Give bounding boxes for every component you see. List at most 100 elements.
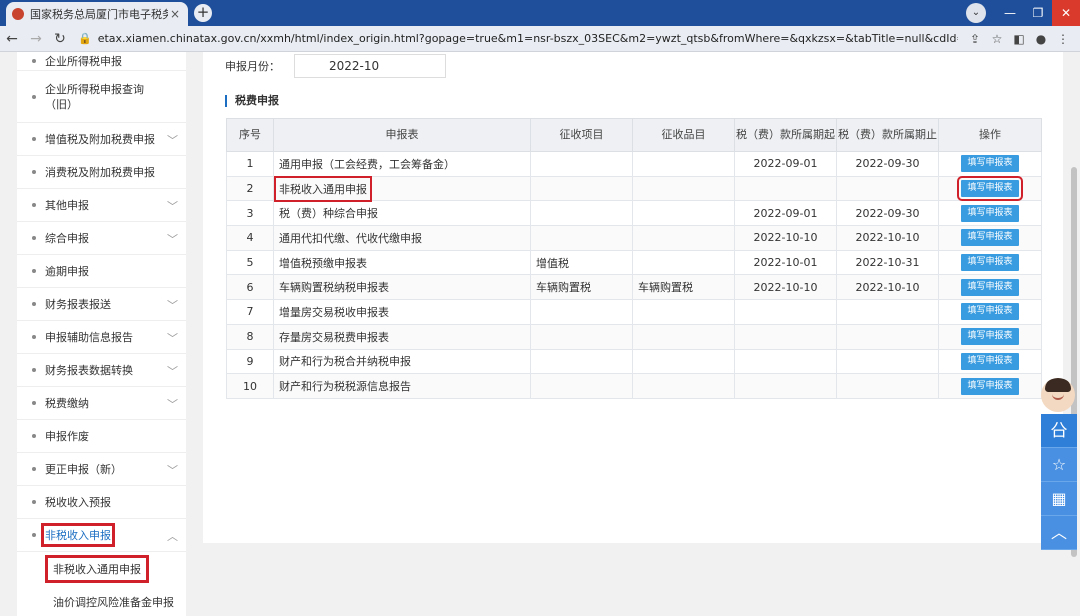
chevron-up-icon: ︿ [167, 530, 178, 543]
forward-icon[interactable]: → [24, 31, 48, 47]
sidebar-item-consumption-tax[interactable]: 消费税及附加税费申报 [17, 156, 186, 189]
assistant-avatar-icon[interactable] [1041, 378, 1075, 412]
cell-item [530, 200, 633, 227]
tab-search-icon[interactable]: ⌄ [966, 3, 986, 23]
bullet-icon [32, 533, 36, 537]
bullet-icon [32, 94, 36, 99]
sidebar-item-non-tax-revenue[interactable]: 非税收入申报 ︿ [17, 519, 186, 552]
tab-close-icon[interactable]: × [168, 7, 182, 21]
cell-action: 填写申报表 [938, 373, 1042, 399]
fill-form-button[interactable]: 填写申报表 [961, 352, 1019, 370]
bullet-icon [32, 302, 36, 306]
back-icon[interactable]: ← [0, 31, 24, 47]
chevron-down-icon: ﹀ [167, 464, 178, 477]
fill-form-button[interactable]: 填写申报表 [961, 155, 1019, 173]
reload-icon[interactable]: ↻ [48, 31, 72, 47]
table-row: 4 通用代扣代缴、代收代缴申报 2022-10-10 2022-10-10 填写… [226, 225, 1042, 251]
cell-end [836, 373, 939, 399]
month-field[interactable]: 2022-10 [294, 54, 446, 78]
table-row: 6 车辆购置税纳税申报表 车辆购置税 车辆购置税 2022-10-10 2022… [226, 274, 1042, 301]
side-panel-icon[interactable]: ◧ [1008, 32, 1030, 46]
sidebar-subitem-non-tax-general[interactable]: 非税收入通用申报 [17, 552, 186, 585]
cell-sub-item [632, 348, 735, 375]
sidebar-item-correction-new[interactable]: 更正申报（新） ﹀ [17, 453, 186, 486]
cell-action: 填写申报表 [938, 200, 1042, 227]
cell-action: 填写申报表 [938, 323, 1042, 350]
sidebar-item-label: 财务报表报送 [45, 298, 111, 311]
cell-action: 填写申报表 [938, 225, 1042, 251]
col-header-no: 序号 [226, 118, 274, 152]
sidebar-item-label: 更正申报（新） [45, 463, 122, 476]
sidebar-item-financial-statements[interactable]: 财务报表报送 ﹀ [17, 288, 186, 321]
sidebar-item-vat[interactable]: 增值税及附加税费申报 ﹀ [17, 123, 186, 156]
minimize-icon[interactable]: — [996, 0, 1024, 26]
browser-toolbar: ← → ↻ 🔒 etax.xiamen.chinatax.gov.cn/xxmh… [0, 26, 1080, 52]
sidebar-item-label: 税费缴纳 [45, 397, 89, 410]
sidebar-item-overdue[interactable]: 逾期申报 [17, 255, 186, 288]
sidebar-subitem-oil-price-reserve[interactable]: 油价调控风险准备金申报 [17, 585, 186, 616]
profile-icon[interactable]: ● [1030, 32, 1052, 46]
star-icon[interactable]: ☆ [1041, 448, 1077, 482]
fill-form-button[interactable]: 填写申报表 [961, 229, 1019, 247]
fill-form-button[interactable]: 填写申报表 [961, 278, 1019, 296]
tab-title: 国家税务总局厦门市电子税务局 [30, 8, 168, 21]
menu-kebab-icon[interactable]: ⋮ [1052, 32, 1074, 46]
sidebar-item-cit-query-old[interactable]: 企业所得税申报查询（旧） [17, 71, 186, 123]
cell-start [734, 348, 837, 375]
cell-item: 增值税 [530, 249, 633, 276]
close-window-icon[interactable]: ✕ [1052, 0, 1080, 26]
up-icon[interactable]: ︿ [1041, 516, 1077, 550]
new-tab-button[interactable]: + [194, 4, 212, 22]
share-icon[interactable]: ⇪ [964, 32, 986, 46]
address-bar[interactable]: 🔒 etax.xiamen.chinatax.gov.cn/xxmh/html/… [78, 29, 958, 49]
fill-form-button[interactable]: 填写申报表 [961, 328, 1019, 346]
table-row: 5 增值税预缴申报表 增值税 2022-10-01 2022-10-31 填写申… [226, 249, 1042, 276]
cell-form: 税（费）种综合申报 [273, 200, 531, 227]
fill-form-button[interactable]: 填写申报表 [957, 176, 1023, 202]
service-icon[interactable]: 㕣 [1041, 414, 1077, 448]
cell-sub-item [632, 299, 735, 325]
declaration-month: 申报月份： 2022-10 [225, 54, 446, 78]
cell-end [836, 348, 939, 375]
col-header-period-start: 税（费）款所属期起 [734, 118, 837, 152]
sidebar-item-auxiliary-info[interactable]: 申报辅助信息报告 ﹀ [17, 321, 186, 354]
cell-no: 6 [226, 274, 274, 301]
cell-action: 填写申报表 [938, 274, 1042, 301]
sidebar-item-other[interactable]: 其他申报 ﹀ [17, 189, 186, 222]
section-title: 税费申报 [225, 95, 279, 107]
restore-icon[interactable]: ❐ [1024, 0, 1052, 26]
fill-form-button[interactable]: 填写申报表 [961, 377, 1019, 395]
sidebar-item-tax-payment[interactable]: 税费缴纳 ﹀ [17, 387, 186, 420]
window-controls: ⌄ — ❐ ✕ [966, 0, 1080, 26]
fill-form-button[interactable]: 填写申报表 [961, 303, 1019, 321]
cell-item [530, 225, 633, 251]
cell-start: 2022-09-01 [734, 151, 837, 177]
sidebar-item-comprehensive[interactable]: 综合申报 ﹀ [17, 222, 186, 255]
cell-start: 2022-10-10 [734, 225, 837, 251]
cell-sub-item [632, 151, 735, 177]
url-text: etax.xiamen.chinatax.gov.cn/xxmh/html/in… [97, 32, 958, 45]
sidebar-item-label: 申报辅助信息报告 [45, 331, 133, 344]
cell-item [530, 299, 633, 325]
sidebar-item-void-declaration[interactable]: 申报作废 [17, 420, 186, 453]
bookmark-star-icon[interactable]: ☆ [986, 32, 1008, 46]
cell-form: 通用代扣代缴、代收代缴申报 [273, 225, 531, 251]
sidebar-item-statement-conversion[interactable]: 财务报表数据转换 ﹀ [17, 354, 186, 387]
cell-no: 8 [226, 323, 274, 350]
cell-action: 填写申报表 [938, 348, 1042, 375]
table-row: 3 税（费）种综合申报 2022-09-01 2022-09-30 填写申报表 [226, 200, 1042, 227]
sidebar-item-revenue-forecast[interactable]: 税收收入预报 [17, 486, 186, 519]
month-label: 申报月份： [225, 60, 280, 73]
table-row: 8 存量房交易税费申报表 填写申报表 [226, 323, 1042, 350]
calculator-icon[interactable]: ▦ [1041, 482, 1077, 516]
cell-start: 2022-09-01 [734, 200, 837, 227]
cell-item [530, 323, 633, 350]
cell-end: 2022-10-31 [836, 249, 939, 276]
cell-action: 填写申报表 [938, 151, 1042, 177]
browser-tab[interactable]: 国家税务总局厦门市电子税务局 × [6, 2, 188, 26]
fill-form-button[interactable]: 填写申报表 [961, 254, 1019, 272]
fill-form-button[interactable]: 填写申报表 [961, 204, 1019, 222]
sidebar-item-corporate-income-tax[interactable]: 企业所得税申报 [17, 52, 186, 71]
cell-item [530, 175, 633, 202]
cell-start [734, 175, 837, 202]
